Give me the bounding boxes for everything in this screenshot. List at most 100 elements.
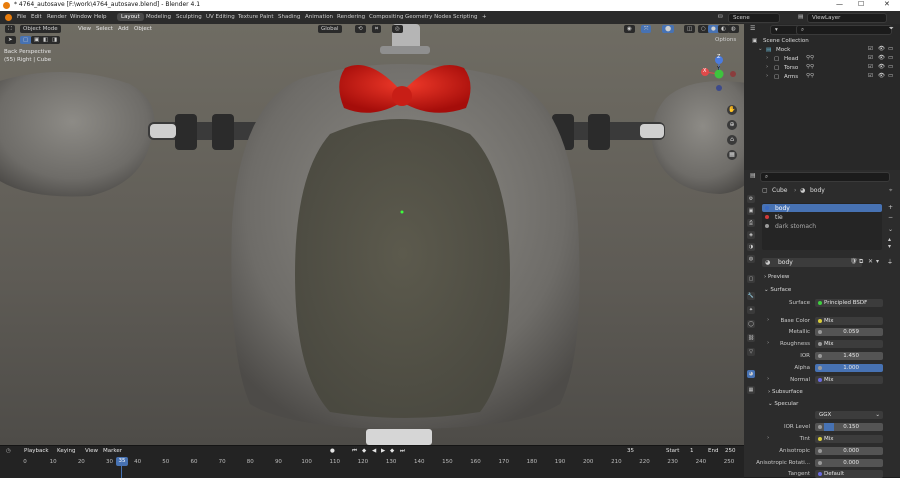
- minimize-button[interactable]: —: [836, 0, 843, 8]
- physics-tab-icon[interactable]: ◯: [747, 320, 755, 328]
- material-slot-tie[interactable]: tie: [762, 213, 882, 221]
- playhead[interactable]: 35: [116, 457, 128, 466]
- outliner-item-head[interactable]: › ▢ Head ⚲⚲ ☑ 👁 ▭: [744, 55, 900, 64]
- section-subsurface[interactable]: › Subsurface: [768, 389, 803, 395]
- ior-field[interactable]: 1.450: [815, 352, 883, 360]
- object-mode-dropdown[interactable]: Object Mode: [20, 25, 61, 33]
- outliner-filter-funnel-icon[interactable]: ⏷: [889, 25, 894, 33]
- eye-icon[interactable]: 👁: [878, 64, 885, 70]
- anisotropic-field[interactable]: 0.000: [815, 447, 883, 455]
- overlay-toggle-icon[interactable]: ⬤: [662, 25, 675, 33]
- current-frame-field[interactable]: 35: [627, 448, 634, 454]
- section-surface[interactable]: ⌄ Surface: [764, 287, 791, 293]
- node-tree-icon[interactable]: ▾: [876, 258, 879, 265]
- pivot-point-icon[interactable]: ⟲: [355, 25, 366, 33]
- render-tab-icon[interactable]: ▣: [747, 207, 755, 215]
- play-icon[interactable]: ▶: [381, 448, 385, 454]
- blender-menu-icon[interactable]: [5, 14, 12, 21]
- next-key-icon[interactable]: ◆: [390, 448, 394, 454]
- camera-icon[interactable]: ▭: [888, 73, 893, 79]
- auto-key-icon[interactable]: ●: [330, 448, 335, 454]
- tab-texture-paint[interactable]: Texture Paint: [234, 13, 278, 21]
- modifier-tab-icon[interactable]: 🔧: [747, 292, 755, 300]
- checkbox-icon[interactable]: ☑: [868, 46, 873, 52]
- section-preview[interactable]: › Preview: [764, 274, 789, 280]
- tool-tab-icon[interactable]: ⚙: [747, 195, 755, 203]
- texture-tab-icon[interactable]: ▦: [747, 386, 755, 394]
- material-tab-icon[interactable]: ◕: [747, 370, 755, 378]
- unlink-material-icon[interactable]: ✕: [868, 258, 873, 265]
- checkbox-icon[interactable]: ☑: [868, 73, 873, 79]
- outliner-item-arms[interactable]: › ▢ Arms ⚲⚲ ☑ 👁 ▭: [744, 73, 900, 82]
- camera-icon[interactable]: ▭: [888, 55, 893, 61]
- checkbox-icon[interactable]: ☑: [868, 55, 873, 61]
- 3d-viewport[interactable]: ⛶ Object Mode View Select Add Object Glo…: [0, 24, 744, 445]
- expand-icon[interactable]: ›: [766, 64, 768, 70]
- tint-field[interactable]: Mix: [815, 435, 883, 443]
- jump-start-icon[interactable]: ⏮: [352, 448, 357, 455]
- duplicate-material-icon[interactable]: ⧉: [859, 258, 863, 266]
- add-workspace-icon[interactable]: +: [482, 14, 487, 20]
- play-reverse-icon[interactable]: ◀: [372, 448, 376, 454]
- start-frame-field[interactable]: 1: [690, 448, 694, 454]
- shading-rendered-icon[interactable]: ◍: [728, 25, 739, 33]
- tab-animation[interactable]: Animation: [301, 13, 337, 21]
- expand-icon[interactable]: ›: [766, 73, 768, 79]
- ior-level-field[interactable]: 0.150: [815, 423, 883, 431]
- fake-user-icon[interactable]: 🛡: [850, 258, 858, 265]
- viewport-menu-select[interactable]: Select: [96, 26, 113, 32]
- prev-key-icon[interactable]: ◆: [362, 448, 366, 454]
- timeline[interactable]: ◷ Playback Keying View Marker ● ⏮ ◆ ◀ ▶ …: [0, 445, 744, 478]
- outliner-editor-icon[interactable]: ☰: [750, 25, 758, 33]
- timeline-menu-playback[interactable]: Playback: [24, 448, 49, 454]
- camera-icon[interactable]: ▭: [888, 64, 893, 70]
- metallic-field[interactable]: 0.059: [815, 328, 883, 336]
- anisotropic-rotation-field[interactable]: 0.000: [815, 459, 883, 467]
- proportional-editing-icon[interactable]: ◎: [392, 25, 403, 33]
- xray-icon[interactable]: ◫: [684, 25, 696, 33]
- particles-tab-icon[interactable]: ✦: [747, 306, 755, 314]
- menu-file[interactable]: File: [17, 14, 26, 20]
- alpha-field[interactable]: 1.000: [815, 364, 883, 372]
- outliner[interactable]: ☰ ▾ ⌕ ⏷ ▣ Scene Collection ⌄ ▤ Mock ☑ 👁 …: [744, 24, 900, 170]
- roughness-field[interactable]: Mix: [815, 340, 883, 348]
- outliner-item-torso[interactable]: › ▢ Torso ⚲⚲ ☑ 👁 ▭: [744, 64, 900, 73]
- material-datablock-field[interactable]: ◕ body: [762, 258, 862, 267]
- timeline-menu-view[interactable]: View: [85, 448, 98, 454]
- world-tab-icon[interactable]: ◍: [747, 255, 755, 263]
- select-intersect-icon[interactable]: ◨: [49, 36, 61, 44]
- collapse-icon[interactable]: ⌄: [758, 46, 763, 52]
- remove-slot-icon[interactable]: −: [888, 214, 893, 221]
- navigation-gizmo[interactable]: [695, 54, 741, 94]
- tab-shading[interactable]: Shading: [274, 13, 304, 21]
- camera-icon[interactable]: ▭: [888, 46, 893, 52]
- move-down-icon[interactable]: ▾: [888, 243, 891, 250]
- pin-icon[interactable]: ⌖: [889, 187, 892, 195]
- properties-search-input[interactable]: ⌕: [760, 172, 890, 182]
- outliner-scene-collection[interactable]: ▣ Scene Collection: [744, 37, 900, 46]
- scene-selector[interactable]: Scene: [728, 13, 780, 23]
- outliner-item-mock[interactable]: ⌄ ▤ Mock ☑ 👁 ▭: [744, 46, 900, 55]
- maximize-button[interactable]: ☐: [858, 0, 864, 8]
- eye-icon[interactable]: 👁: [878, 73, 885, 79]
- object-data-tab-icon[interactable]: ▽: [747, 348, 755, 356]
- transform-orientation-dropdown[interactable]: Global: [318, 25, 342, 33]
- eye-icon[interactable]: 👁: [878, 55, 885, 61]
- end-frame-field[interactable]: 250: [725, 448, 736, 454]
- viewport-menu-object[interactable]: Object: [134, 26, 152, 32]
- tab-sculpting[interactable]: Sculpting: [172, 13, 206, 21]
- editor-type-icon[interactable]: ⛶: [5, 25, 15, 33]
- material-slot-dark-stomach[interactable]: dark stomach: [762, 222, 882, 230]
- scene-tab-icon[interactable]: ◑: [747, 243, 755, 251]
- options-dropdown[interactable]: Options: [712, 36, 739, 44]
- output-tab-icon[interactable]: ⎙: [747, 219, 755, 227]
- gizmo-toggle-icon[interactable]: ⤧: [641, 25, 652, 33]
- view-layer-selector[interactable]: ViewLayer: [807, 13, 887, 23]
- timeline-editor-icon[interactable]: ◷: [6, 448, 11, 454]
- normal-field[interactable]: Mix: [815, 376, 883, 384]
- outliner-search-input[interactable]: ⌕: [796, 25, 892, 35]
- checkbox-icon[interactable]: ☑: [868, 64, 873, 70]
- snap-icon[interactable]: ⌗: [372, 25, 382, 33]
- perspective-toggle-icon[interactable]: ▦: [727, 150, 737, 160]
- close-button[interactable]: ✕: [884, 0, 890, 8]
